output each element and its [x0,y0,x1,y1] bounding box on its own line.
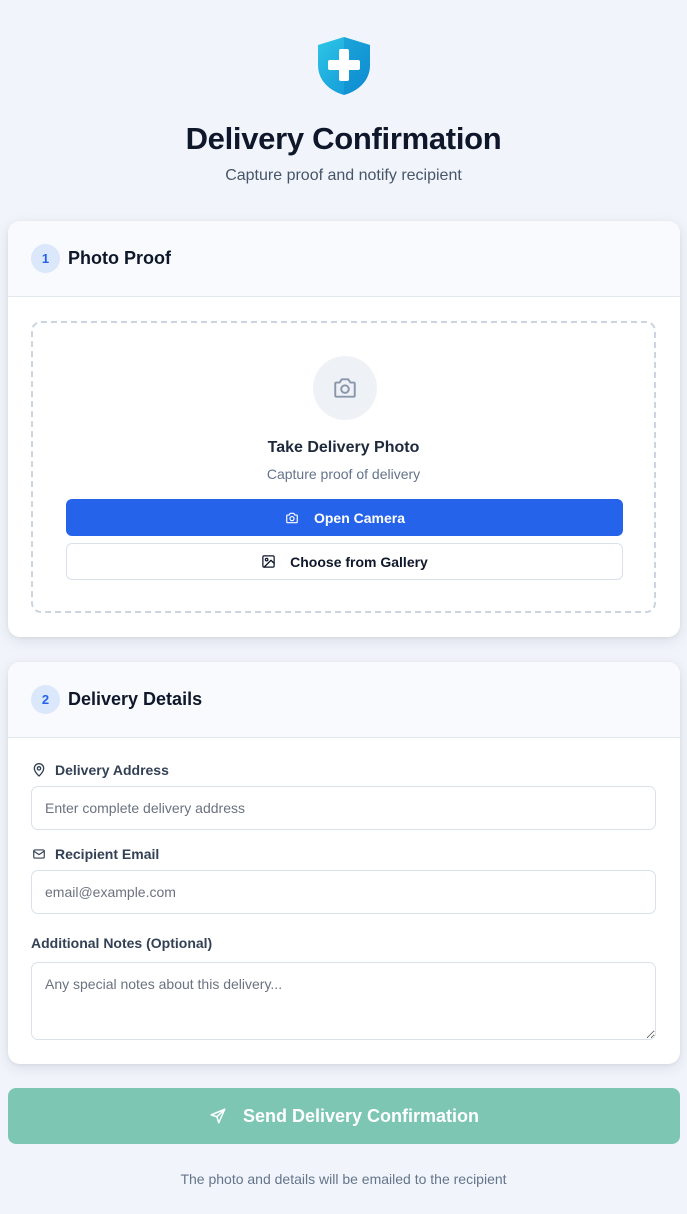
send-footnote: The photo and details will be emailed to… [180,1171,507,1187]
section-title: Photo Proof [68,248,171,268]
open-camera-label: Open Camera [313,509,406,526]
email-label-text: Recipient Email [55,846,160,862]
send-confirmation-button[interactable]: Send Delivery Confirmation [8,1088,680,1144]
step-badge: 1 [31,244,60,273]
step-badge: 2 [31,685,60,714]
image-icon [261,554,276,569]
send-icon [209,1107,227,1125]
photo-proof-card: 1 Photo Proof Take Delivery Photo Captur… [8,221,680,637]
address-input[interactable] [31,786,656,830]
dropzone-title: Take Delivery Photo [267,439,420,456]
email-input[interactable] [31,870,656,914]
section-title: Delivery Details [68,689,203,709]
map-pin-icon [31,762,47,778]
photo-proof-header: 1 Photo Proof [8,221,680,297]
delivery-details-header: 2 Delivery Details [8,662,680,738]
send-label: Send Delivery Confirmation [242,1105,480,1126]
delivery-details-card: 2 Delivery Details Delivery Address Reci… [8,662,680,1064]
dropzone-subtitle: Capture proof of delivery [266,466,421,482]
address-label: Delivery Address [31,762,169,778]
open-camera-button[interactable]: Open Camera [66,499,623,536]
notes-textarea[interactable] [31,962,656,1040]
page-subtitle: Capture proof and notify recipient [225,167,462,184]
mail-icon [31,847,47,861]
gallery-label: Choose from Gallery [290,553,428,570]
camera-icon [313,356,377,420]
shield-plus-icon [315,35,373,97]
notes-label-text: Additional Notes (Optional) [31,935,213,951]
email-label: Recipient Email [31,846,159,862]
photo-dropzone[interactable]: Take Delivery Photo Capture proof of del… [31,321,656,613]
camera-icon [284,511,300,525]
notes-label: Additional Notes (Optional) [31,935,212,951]
page-title: Delivery Confirmation [185,121,502,156]
delivery-confirmation-page: Delivery Confirmation Capture proof and … [0,0,687,1214]
address-label-text: Delivery Address [55,762,169,778]
choose-gallery-button[interactable]: Choose from Gallery [66,543,623,580]
